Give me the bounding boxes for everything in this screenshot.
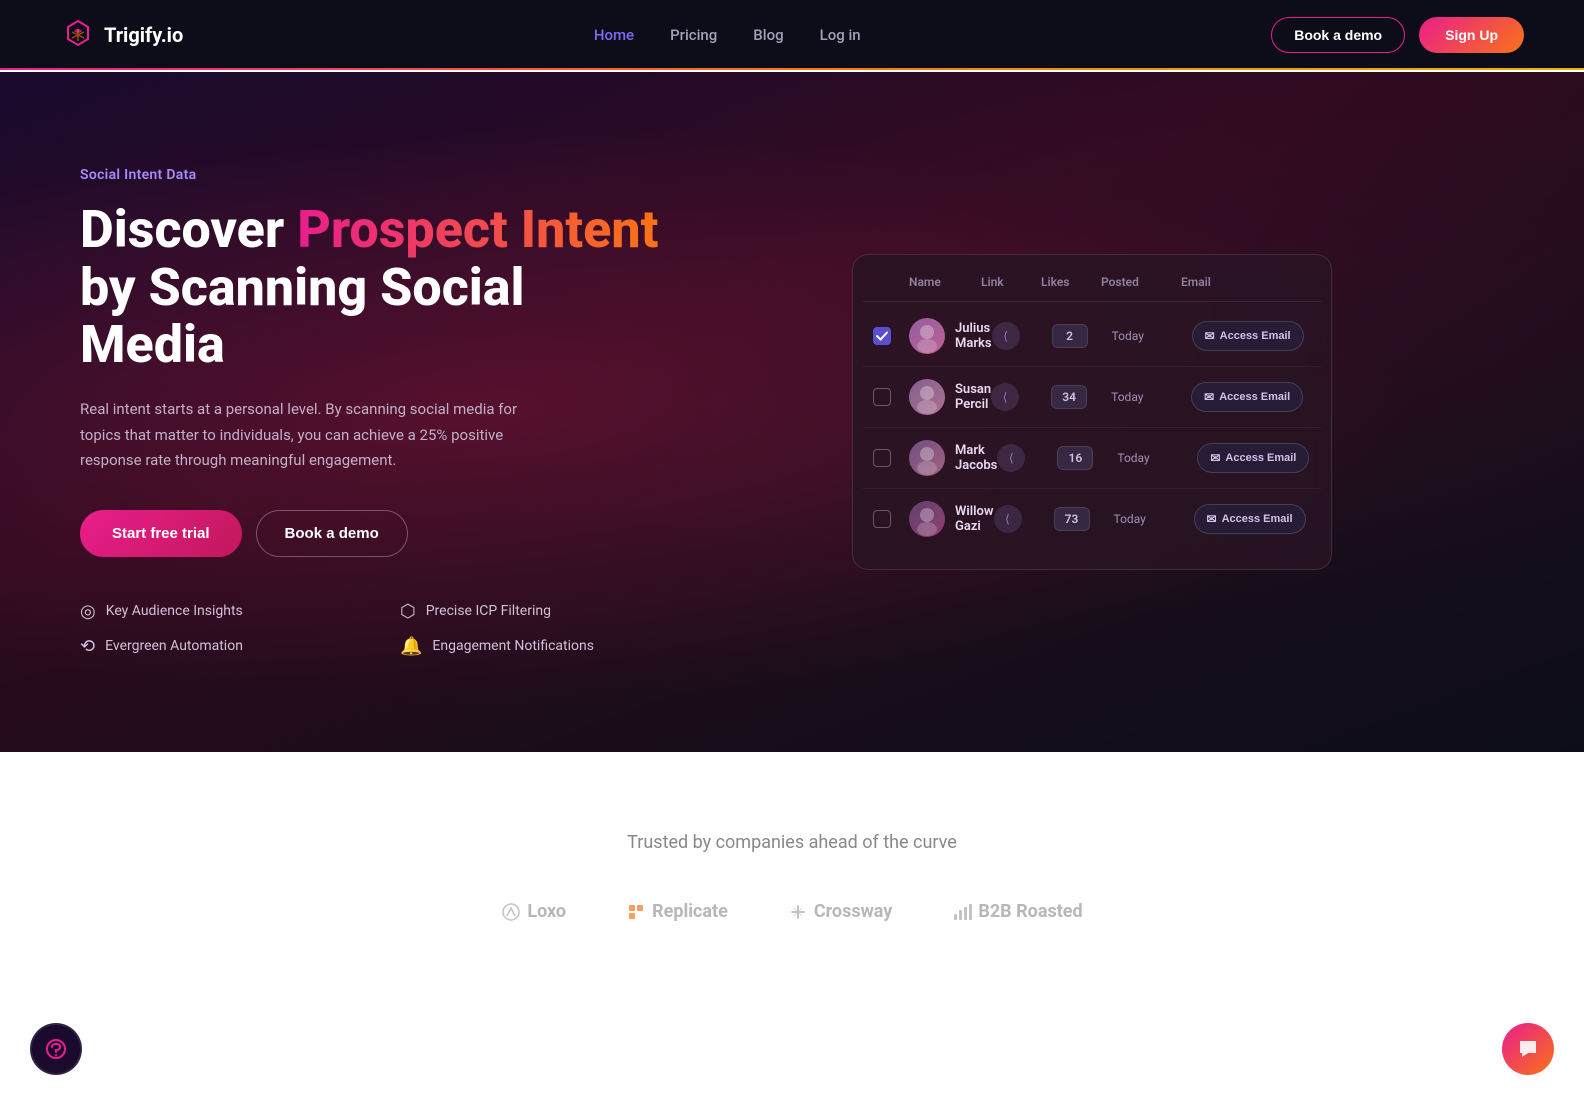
row-checkbox-susan[interactable] [873, 388, 891, 406]
hero-title: Discover Prospect Intent by Scanning Soc… [80, 201, 680, 373]
row-checkbox-willow[interactable] [873, 510, 891, 528]
mark-name-cell: Mark Jacobs [909, 440, 997, 476]
hero-title-gradient: Prospect Intent [297, 199, 658, 260]
logo-area: Trigify.io [60, 17, 183, 53]
julius-access-email-button[interactable]: ✉ Access Email [1192, 321, 1304, 351]
notifications-icon: 🔔 [400, 636, 422, 657]
feature-icp-filtering: ⬡ Precise ICP Filtering [400, 601, 680, 622]
trusted-section: Trusted by companies ahead of the curve … [0, 752, 1584, 982]
logo-crossway: Crossway [788, 901, 893, 922]
row-checkbox-julius[interactable] [873, 327, 891, 345]
susan-access-email-button[interactable]: ✉ Access Email [1191, 382, 1303, 412]
feature-automation: ⟲ Evergreen Automation [80, 636, 360, 657]
email-icon: ✉ [1205, 329, 1215, 343]
willow-name: Willow Gazi [955, 504, 994, 534]
nav-pricing[interactable]: Pricing [670, 26, 717, 44]
logo-replicate: Replicate [626, 901, 728, 922]
floating-chat-button[interactable] [1502, 1023, 1554, 1075]
table-row: Julius Marks ⟨ 2 Today ✉ Access Email [863, 306, 1321, 367]
table-row: Susan Percil ⟨ 34 Today ✉ Access Email [863, 367, 1321, 428]
willow-posted: Today [1114, 512, 1194, 526]
julius-name-cell: Julius Marks [909, 318, 992, 354]
nav-links: Home Pricing Blog Log in [594, 26, 861, 44]
willow-share-btn[interactable]: ⟨ [994, 505, 1022, 533]
email-icon: ✉ [1204, 390, 1214, 404]
willow-name-cell: Willow Gazi [909, 501, 994, 537]
julius-avatar [909, 318, 945, 354]
feature-audience-label: Key Audience Insights [106, 603, 243, 619]
table-header: Name Link Likes Posted Email [863, 275, 1321, 302]
hero-title-plain: Discover [80, 199, 297, 260]
hero-left: Social Intent Data Discover Prospect Int… [80, 167, 680, 656]
hero-section: Social Intent Data Discover Prospect Int… [0, 72, 1584, 752]
book-demo-button[interactable]: Book a demo [1271, 17, 1405, 53]
trusted-logos: Loxo Replicate Crossway B2B Roasted [60, 901, 1524, 922]
hero-buttons: Start free trial Book a demo [80, 510, 680, 557]
icp-filtering-icon: ⬡ [400, 601, 416, 622]
willow-access-email-button[interactable]: ✉ Access Email [1194, 504, 1306, 534]
navbar: Trigify.io Home Pricing Blog Log in Book… [0, 0, 1584, 72]
mark-avatar [909, 440, 945, 476]
col-link: Link [981, 275, 1041, 289]
susan-share-btn[interactable]: ⟨ [991, 383, 1019, 411]
nav-blog[interactable]: Blog [753, 26, 783, 44]
hero-badge: Social Intent Data [80, 167, 680, 183]
susan-name-cell: Susan Percil [909, 379, 991, 415]
mark-name: Mark Jacobs [955, 443, 997, 473]
susan-likes: 34 [1051, 385, 1087, 409]
prospect-table: Name Link Likes Posted Email Julius Mark… [852, 254, 1332, 570]
sign-up-button[interactable]: Sign Up [1419, 17, 1524, 53]
mark-access-email-button[interactable]: ✉ Access Email [1197, 443, 1309, 473]
mark-likes: 16 [1057, 446, 1093, 470]
table-row: Mark Jacobs ⟨ 16 Today ✉ Access Email [863, 428, 1321, 489]
julius-share-btn[interactable]: ⟨ [992, 322, 1020, 350]
row-checkbox-mark[interactable] [873, 449, 891, 467]
julius-posted: Today [1112, 329, 1192, 343]
feature-notifications-label: Engagement Notifications [432, 638, 594, 654]
email-icon: ✉ [1210, 451, 1220, 465]
nav-home[interactable]: Home [594, 26, 634, 44]
logo-text: Trigify.io [104, 23, 183, 47]
hero-right: Name Link Likes Posted Email Julius Mark… [680, 254, 1504, 570]
col-likes: Likes [1041, 275, 1101, 289]
col-name: Name [909, 275, 981, 289]
col-posted: Posted [1101, 275, 1181, 289]
table-row: Willow Gazi ⟨ 73 Today ✉ Access Email [863, 489, 1321, 549]
julius-likes: 2 [1052, 324, 1088, 348]
hero-title-line2: by Scanning Social Media [80, 257, 525, 375]
julius-name: Julius Marks [955, 321, 992, 351]
mark-share-btn[interactable]: ⟨ [997, 444, 1025, 472]
email-icon: ✉ [1207, 512, 1217, 526]
susan-name: Susan Percil [955, 382, 991, 412]
feature-automation-label: Evergreen Automation [105, 638, 243, 654]
automation-icon: ⟲ [80, 636, 95, 657]
willow-avatar [909, 501, 945, 537]
audience-insights-icon: ◎ [80, 601, 96, 622]
hero-description: Real intent starts at a personal level. … [80, 397, 560, 474]
logo-b2broasted: B2B Roasted [952, 901, 1082, 922]
start-trial-button[interactable]: Start free trial [80, 510, 242, 557]
mark-posted: Today [1117, 451, 1197, 465]
susan-avatar [909, 379, 945, 415]
trusted-title: Trusted by companies ahead of the curve [60, 832, 1524, 853]
logo-loxo: Loxo [501, 901, 566, 922]
feature-audience-insights: ◎ Key Audience Insights [80, 601, 360, 622]
floating-support-button[interactable] [30, 1023, 82, 1075]
feature-notifications: 🔔 Engagement Notifications [400, 636, 680, 657]
hero-features: ◎ Key Audience Insights ⬡ Precise ICP Fi… [80, 601, 680, 657]
nav-actions: Book a demo Sign Up [1271, 17, 1524, 53]
feature-icp-label: Precise ICP Filtering [426, 603, 551, 619]
nav-login[interactable]: Log in [820, 26, 861, 44]
col-email: Email [1181, 275, 1311, 289]
susan-posted: Today [1111, 390, 1191, 404]
book-demo-hero-button[interactable]: Book a demo [256, 510, 408, 557]
willow-likes: 73 [1054, 507, 1090, 531]
logo-icon [60, 17, 96, 53]
